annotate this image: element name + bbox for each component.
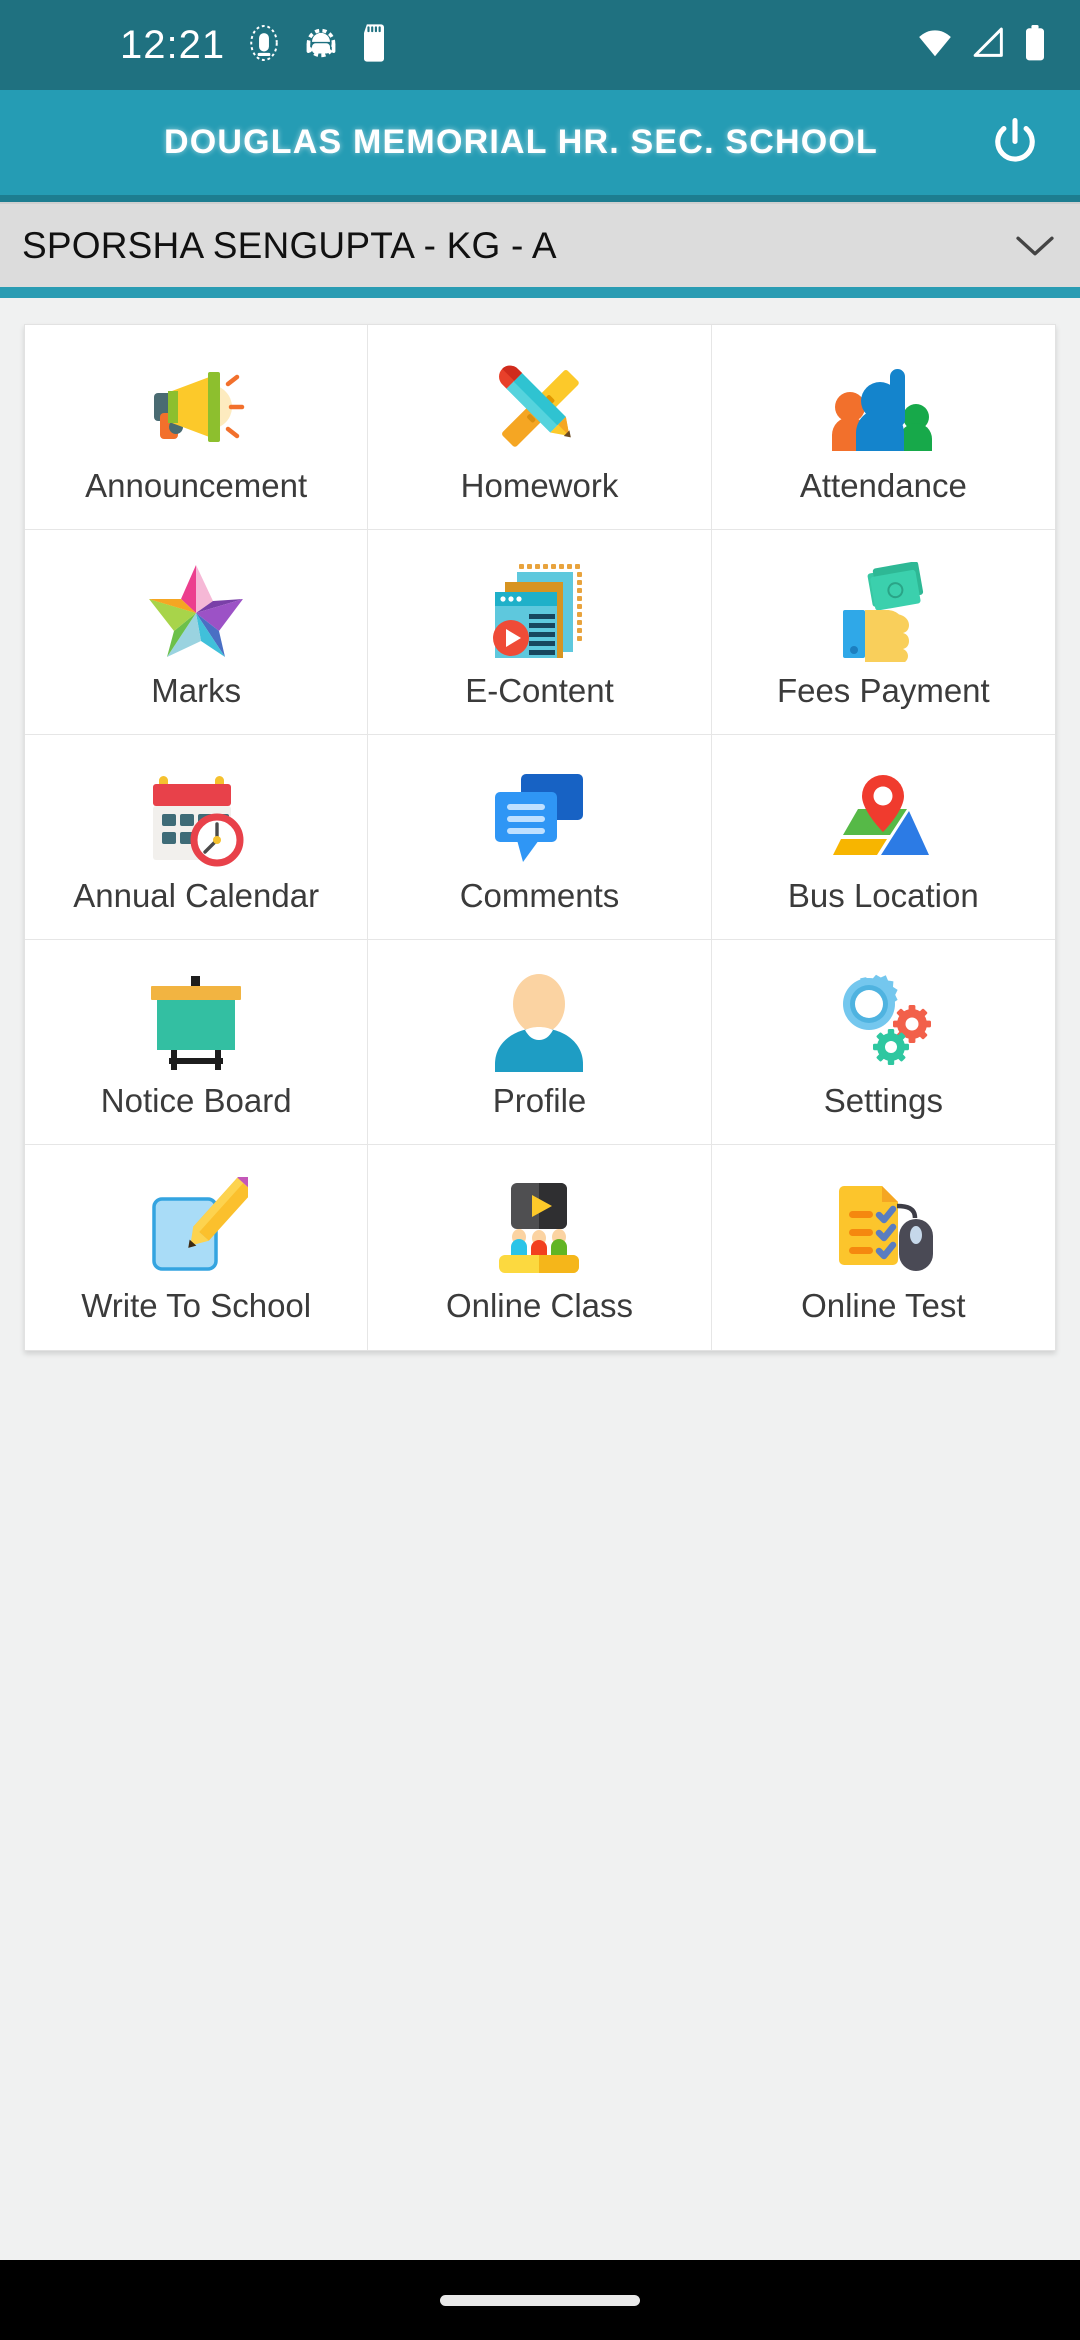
checklist-mouse-icon	[829, 1171, 937, 1283]
pencil-ruler-icon	[487, 351, 591, 463]
tile-label: Fees Payment	[776, 671, 990, 709]
tile-label: Bus Location	[787, 876, 979, 914]
tile-notice-board[interactable]: Notice Board	[25, 940, 369, 1145]
status-bar-clock: 12:21	[120, 23, 226, 67]
tile-announcement[interactable]: Announcement	[25, 325, 369, 530]
tile-homework[interactable]: Homework	[368, 325, 712, 530]
tile-label: E-Content	[465, 671, 614, 709]
tile-label: Write To School	[81, 1287, 312, 1325]
tile-attendance[interactable]: Attendance	[711, 325, 1055, 530]
hand-cash-icon	[829, 556, 937, 668]
tile-online-class[interactable]: Online Class	[368, 1145, 712, 1350]
status-bar-left: 12:21	[120, 23, 387, 68]
status-bar: 12:21	[0, 0, 1080, 90]
wifi-icon	[916, 27, 954, 64]
tile-bus-location[interactable]: Bus Location	[711, 735, 1055, 940]
selector-underline	[0, 287, 1080, 298]
app-bar: DOUGLAS MEMORIAL HR. SEC. SCHOOL	[0, 90, 1080, 195]
status-bar-right	[916, 24, 1046, 66]
menu-grid: Announcement Homework Attendance Marks E…	[24, 324, 1056, 1351]
school-title: DOUGLAS MEMORIAL HR. SEC. SCHOOL	[163, 123, 879, 161]
tile-write-to-school[interactable]: Write To School	[25, 1145, 369, 1350]
people-raised-hand-icon	[828, 351, 938, 463]
student-selector-value: SPORSHA SENGUPTA - KG - A	[22, 224, 557, 266]
colorful-star-icon	[143, 556, 249, 668]
tile-label: Comments	[459, 876, 620, 914]
sd-card-icon	[361, 23, 387, 68]
tile-profile[interactable]: Profile	[368, 940, 712, 1145]
battery-icon	[1024, 24, 1046, 66]
classroom-screen-icon	[487, 1171, 591, 1283]
tile-label: Online Test	[801, 1287, 966, 1325]
tile-annual-calendar[interactable]: Annual Calendar	[25, 735, 369, 940]
tile-label: Notice Board	[100, 1081, 292, 1119]
note-pencil-icon	[144, 1171, 249, 1283]
android-navigation-bar	[0, 2260, 1080, 2340]
gears-icon	[829, 966, 937, 1078]
home-gesture-pill[interactable]	[440, 2294, 640, 2306]
tile-label: Attendance	[799, 466, 967, 504]
power-icon	[995, 117, 1035, 162]
tile-label: Online Class	[445, 1287, 634, 1325]
calendar-clock-icon	[143, 761, 249, 873]
tile-label: Homework	[460, 466, 619, 504]
tile-fees-payment[interactable]: Fees Payment	[711, 530, 1055, 735]
menu-grid-wrapper: Announcement Homework Attendance Marks E…	[0, 298, 1080, 1351]
tile-label: Announcement	[85, 466, 308, 504]
android-debug-icon	[303, 23, 339, 68]
megaphone-icon	[140, 351, 252, 463]
tile-marks[interactable]: Marks	[25, 530, 369, 735]
app-bar-shadow	[0, 195, 1080, 202]
logout-power-button[interactable]	[976, 104, 1054, 182]
tile-comments[interactable]: Comments	[368, 735, 712, 940]
chevron-down-icon	[1012, 223, 1058, 269]
chat-bubbles-icon	[487, 761, 591, 873]
map-pin-icon	[829, 761, 937, 873]
user-avatar-icon	[487, 966, 591, 1078]
media-documents-icon	[485, 556, 593, 668]
tile-label: Marks	[151, 671, 242, 709]
tile-settings[interactable]: Settings	[711, 940, 1055, 1145]
tile-label: Profile	[492, 1081, 587, 1119]
tile-label: Annual Calendar	[73, 876, 320, 914]
app-screen: 12:21 DOUGLAS MEMORIAL HR. SEC. SCHOOL S…	[0, 0, 1080, 2340]
tile-online-test[interactable]: Online Test	[711, 1145, 1055, 1350]
signal-icon	[972, 27, 1006, 64]
vibrate-icon	[247, 23, 281, 68]
notice-board-icon	[143, 966, 249, 1078]
tile-e-content[interactable]: E-Content	[368, 530, 712, 735]
student-selector-dropdown[interactable]: SPORSHA SENGUPTA - KG - A	[0, 202, 1080, 287]
tile-label: Settings	[823, 1081, 943, 1119]
